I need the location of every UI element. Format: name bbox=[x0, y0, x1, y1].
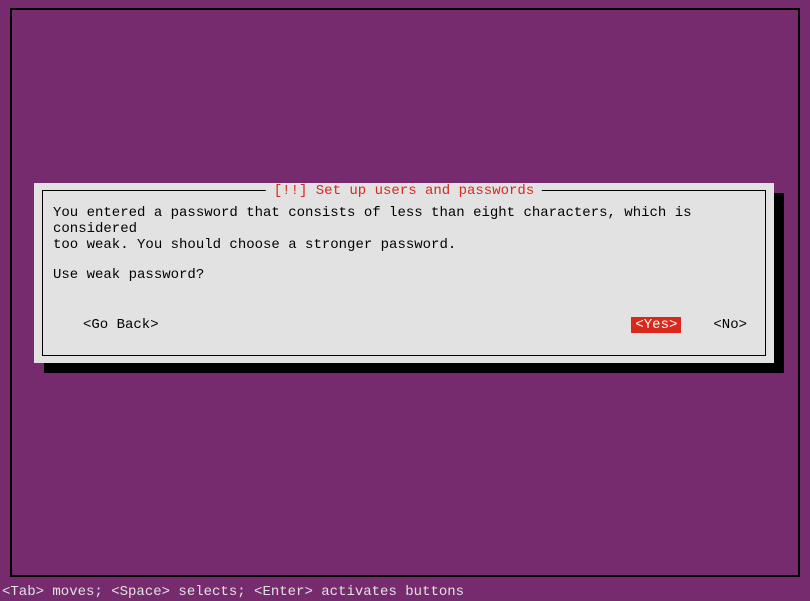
dialog-title: [!!] Set up users and passwords bbox=[266, 183, 542, 199]
dialog-prompt: Use weak password? bbox=[53, 267, 755, 283]
password-dialog: [!!] Set up users and passwords You ente… bbox=[34, 183, 774, 363]
status-bar: <Tab> moves; <Space> selects; <Enter> ac… bbox=[0, 583, 810, 601]
yes-button[interactable]: <Yes> bbox=[631, 317, 681, 333]
dialog-border: [!!] Set up users and passwords You ente… bbox=[42, 190, 766, 356]
dialog-message: You entered a password that consists of … bbox=[53, 205, 755, 253]
button-row: <Go Back> <Yes> <No> bbox=[61, 317, 747, 333]
button-right-group: <Yes> <No> bbox=[631, 317, 747, 333]
status-text: <Tab> moves; <Space> selects; <Enter> ac… bbox=[2, 584, 464, 600]
no-button[interactable]: <No> bbox=[713, 317, 747, 333]
dialog-content: You entered a password that consists of … bbox=[53, 205, 755, 283]
go-back-button[interactable]: <Go Back> bbox=[83, 317, 159, 333]
